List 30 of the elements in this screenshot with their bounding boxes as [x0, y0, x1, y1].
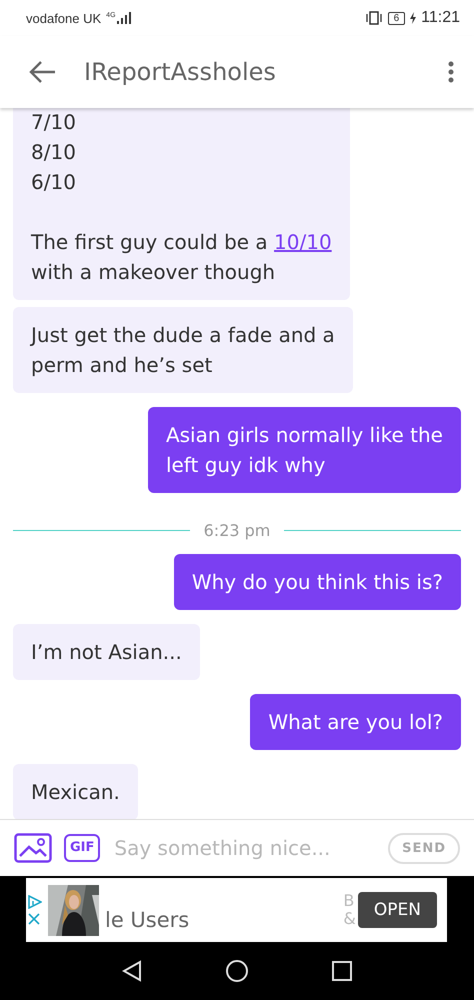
vibrate-icon — [364, 11, 383, 25]
ad-info-icon[interactable] — [28, 895, 42, 909]
open-button[interactable]: OPEN — [358, 892, 437, 928]
home-icon[interactable] — [226, 960, 248, 982]
ad-text: B — [343, 892, 356, 910]
received-message: Just get the dude a fade and a perm and he’s set — [13, 307, 353, 393]
link[interactable]: 10/10 — [274, 230, 332, 254]
back-arrow-icon[interactable] — [28, 60, 56, 84]
charging-icon — [410, 12, 416, 24]
received-message: 7/10 8/10 6/10 The first guy could be a 10/10 with a makeover though — [13, 108, 350, 300]
more-options-icon[interactable] — [448, 61, 454, 83]
clock-time: 11:21 — [421, 9, 460, 27]
message-input[interactable]: Say something nice... — [112, 835, 376, 861]
back-icon[interactable] — [122, 960, 142, 982]
image-icon[interactable] — [14, 833, 52, 863]
sent-message: What are you lol? — [250, 694, 461, 750]
gif-button[interactable]: GIF — [64, 834, 100, 862]
recent-apps-icon[interactable] — [332, 961, 352, 981]
sent-message: Asian girls normally like the left guy idk why — [148, 407, 461, 493]
timestamp: 6:23 pm — [204, 521, 270, 540]
received-message: I’m not Asian... — [13, 624, 200, 680]
carrier-name: vodafone UK — [26, 10, 102, 26]
sent-message: Why do you think this is? — [174, 554, 461, 610]
ad-headline: le Users — [105, 908, 190, 932]
received-message: Mexican. — [13, 764, 138, 819]
ad-text: & — [343, 910, 356, 928]
chat-title: IReportAssholes — [84, 58, 277, 86]
battery-icon: 6 — [388, 12, 406, 24]
close-icon[interactable] — [28, 913, 40, 925]
signal-icon — [116, 12, 131, 24]
